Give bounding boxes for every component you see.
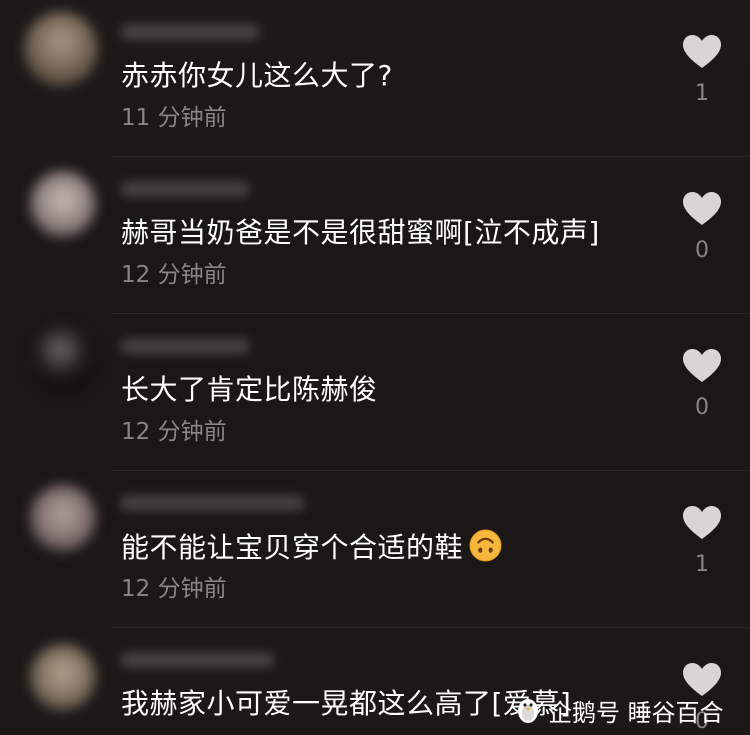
comment-text: 赫哥当奶爸是不是很甜蜜啊[泣不成声]: [121, 216, 600, 249]
watermark: 企鹅号 睡谷百合: [514, 690, 724, 730]
comment-time: 12 分钟前: [121, 419, 227, 445]
username-blurred[interactable]: [120, 495, 305, 511]
comment-time: 12 分钟前: [121, 576, 227, 602]
like-count: 1: [695, 552, 709, 577]
heart-icon: [683, 506, 721, 539]
like-count: 1: [695, 81, 709, 106]
comment-item: 长大了肯定比陈赫俊 12 分钟前 0: [0, 314, 750, 471]
comment-time: 12 分钟前: [121, 262, 227, 288]
like-button[interactable]: 1: [678, 30, 726, 110]
watermark-label: 企鹅号 睡谷百合: [548, 698, 724, 727]
avatar[interactable]: [30, 326, 98, 394]
like-button[interactable]: 1: [678, 501, 726, 581]
like-count: 0: [695, 395, 709, 420]
comment-item: 能不能让宝贝穿个合适的鞋 12 分钟前 1: [0, 471, 750, 628]
heart-icon: [683, 35, 721, 68]
like-count: 0: [695, 238, 709, 263]
comment-text: 长大了肯定比陈赫俊: [121, 373, 378, 406]
comment-time: 11 分钟前: [121, 105, 227, 131]
comment-text: 能不能让宝贝穿个合适的鞋: [121, 529, 502, 566]
heart-icon: [683, 349, 721, 382]
username-blurred[interactable]: [120, 652, 275, 668]
upside-down-face-icon: [469, 529, 502, 562]
like-button[interactable]: 0: [678, 187, 726, 267]
username-blurred[interactable]: [120, 24, 260, 40]
username-blurred[interactable]: [120, 338, 250, 354]
avatar[interactable]: [30, 644, 96, 710]
like-button[interactable]: 0: [678, 344, 726, 424]
comment-text-content: 能不能让宝贝穿个合适的鞋: [121, 531, 464, 564]
comment-text: 我赫家小可爱一晃都这么高了[爱慕]: [121, 687, 572, 720]
comment-item: 赤赤你女儿这么大了? 11 分钟前 1: [0, 0, 750, 157]
heart-icon: [683, 192, 721, 225]
avatar[interactable]: [24, 12, 98, 86]
avatar[interactable]: [30, 485, 96, 551]
avatar[interactable]: [30, 171, 96, 237]
username-blurred[interactable]: [120, 181, 250, 197]
comment-text: 赤赤你女儿这么大了?: [121, 59, 393, 92]
comment-item: 赫哥当奶爸是不是很甜蜜啊[泣不成声] 12 分钟前 0: [0, 157, 750, 314]
penguin-logo-icon: [518, 699, 538, 723]
